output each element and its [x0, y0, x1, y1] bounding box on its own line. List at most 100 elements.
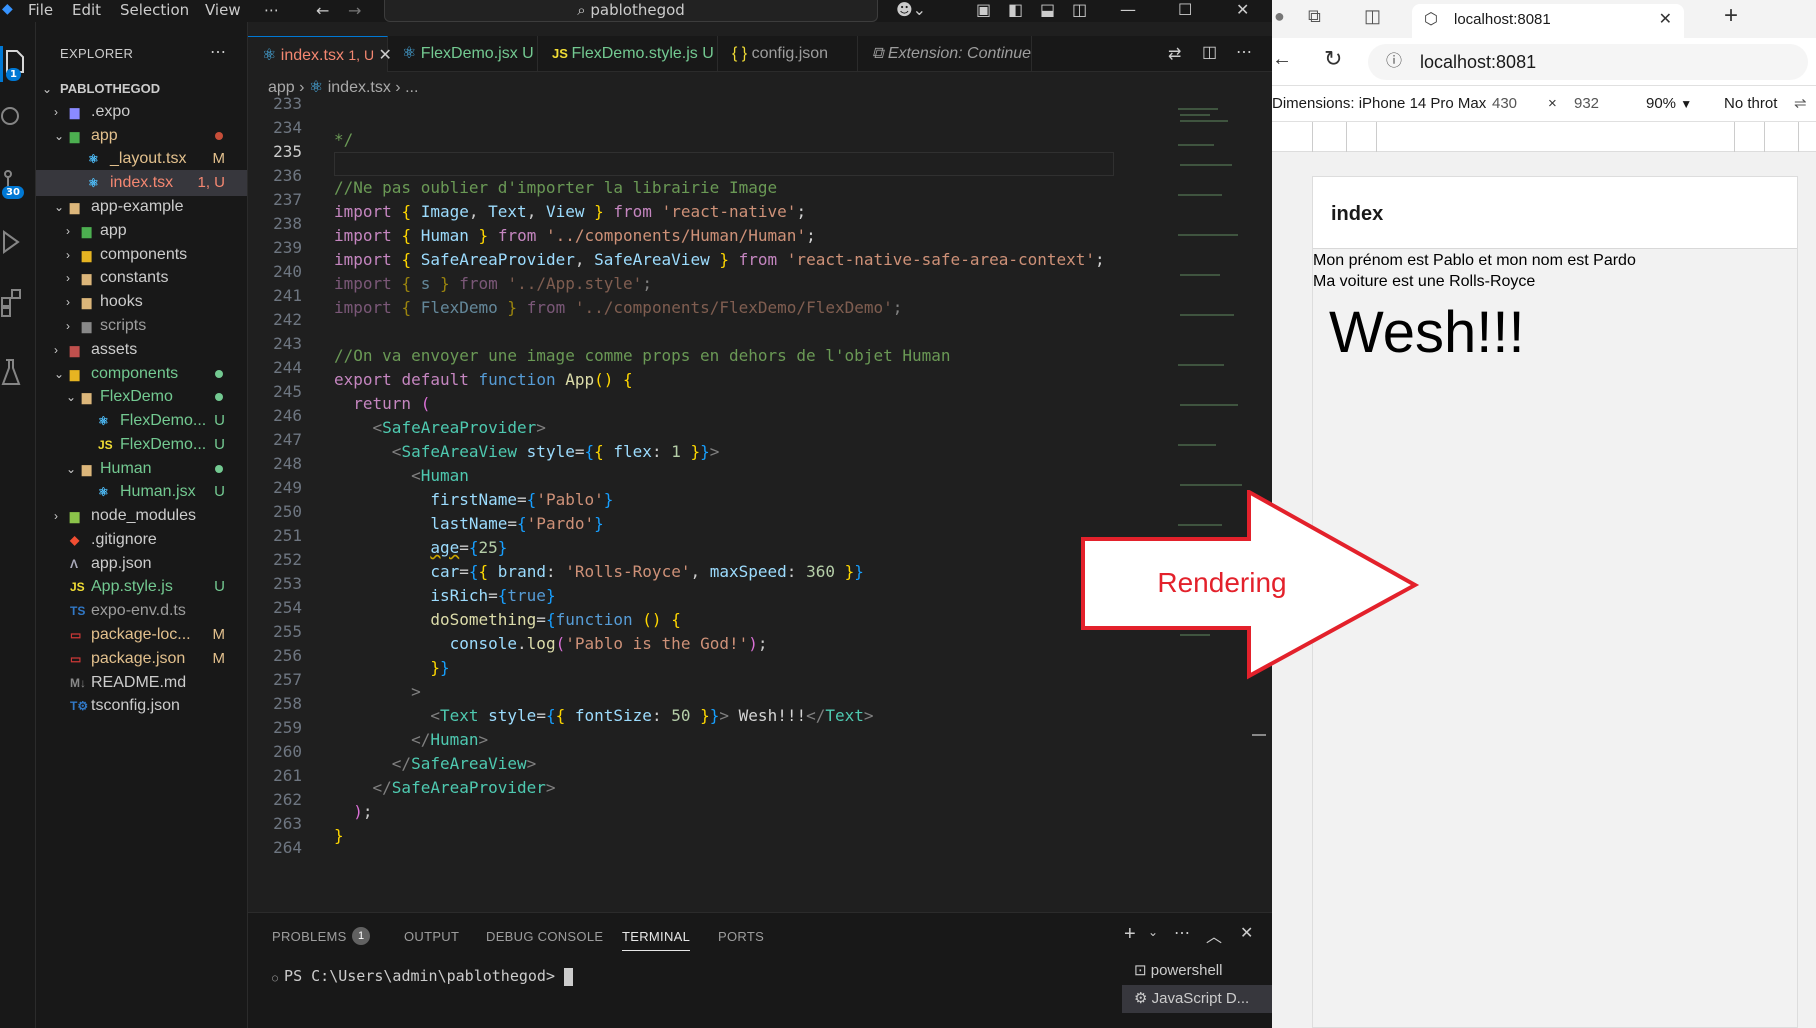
- file-tsconfig[interactable]: T⚙ tsconfig.json: [36, 693, 247, 719]
- file-human-jsx[interactable]: ⚛ Human.jsx U: [36, 479, 247, 505]
- file-app-style[interactable]: JS App.style.js U: [36, 574, 247, 600]
- device-width-input[interactable]: 430: [1492, 86, 1517, 122]
- new-tab-icon[interactable]: +: [1724, 2, 1738, 30]
- maximize-panel-icon[interactable]: ︿: [1206, 923, 1222, 947]
- panel-tab-output[interactable]: OUTPUT: [404, 929, 459, 944]
- compare-icon[interactable]: ⇄: [1168, 44, 1181, 64]
- panel-tab-ports[interactable]: PORTS: [718, 929, 764, 944]
- tab-index-tsx[interactable]: ⚛ index.tsx 1, U ✕: [248, 36, 392, 72]
- chevron-down-icon[interactable]: ⌄: [1148, 925, 1158, 939]
- human-car-text: Ma voiture est une Rolls-Royce: [1313, 273, 1536, 290]
- copilot-icon[interactable]: ☻⌄: [896, 0, 926, 19]
- javascript-icon: JS: [98, 438, 113, 452]
- browser-tab-active[interactable]: ⬡ localhost:8081 ✕: [1412, 4, 1684, 38]
- folder-constants[interactable]: › ▆ constants: [36, 265, 247, 291]
- zoom-select[interactable]: 90% ▼: [1646, 86, 1692, 122]
- terminal-list-item[interactable]: ⚙ JavaScript D...: [1122, 985, 1272, 1013]
- tab-config-json[interactable]: { } config.json: [718, 36, 858, 72]
- line-number: 245: [273, 382, 302, 401]
- file-layout[interactable]: ⚛ _layout.tsx M: [36, 146, 247, 172]
- toggle-sidebar-icon[interactable]: ◧: [1008, 0, 1023, 19]
- folder-app-example[interactable]: ⌄ ▆ app-example: [36, 194, 247, 220]
- folder-expo[interactable]: › ▆ .expo: [36, 99, 247, 125]
- line-number: 262: [273, 790, 302, 809]
- menu-view[interactable]: View: [205, 1, 241, 19]
- react-icon: ⚛: [98, 414, 109, 428]
- workspaces-icon[interactable]: ⧉: [1308, 6, 1321, 27]
- folder-node-modules[interactable]: › ▆ node_modules: [36, 503, 247, 529]
- throttle-select[interactable]: No throt: [1724, 86, 1777, 122]
- file-flexdemo-style[interactable]: JS FlexDemo... U: [36, 432, 247, 458]
- device-height-input[interactable]: 932: [1574, 86, 1599, 122]
- split-editor-icon[interactable]: ◫: [1202, 42, 1217, 62]
- tab-flexdemo-style[interactable]: JS FlexDemo.style.js U: [538, 36, 718, 72]
- more-actions-icon[interactable]: ⋯: [1174, 923, 1190, 943]
- panel-tab-debug-console[interactable]: DEBUG CONSOLE: [486, 929, 603, 944]
- terminal-list-item[interactable]: ⊡ powershell: [1122, 957, 1272, 985]
- maximize-icon[interactable]: ☐: [1178, 0, 1192, 19]
- terminal-prompt: PS C:\Users\admin\pablothegod>: [284, 967, 555, 985]
- menu-edit[interactable]: Edit: [72, 1, 101, 19]
- device-dimensions-select[interactable]: Dimensions: iPhone 14 Pro Max: [1272, 86, 1486, 122]
- vertical-tabs-icon[interactable]: ◫: [1364, 6, 1381, 27]
- minimize-icon[interactable]: —: [1120, 0, 1136, 19]
- extensions-icon[interactable]: [0, 288, 24, 318]
- new-terminal-icon[interactable]: +: [1124, 923, 1136, 946]
- tree-label: index.tsx: [110, 174, 174, 191]
- run-debug-icon[interactable]: [0, 228, 24, 256]
- panel-tab-terminal[interactable]: TERMINAL: [622, 929, 691, 951]
- file-index[interactable]: ⚛ index.tsx 1, U: [36, 170, 247, 196]
- menu-selection[interactable]: Selection: [120, 1, 189, 19]
- git-status: U: [214, 578, 225, 595]
- rotate-icon[interactable]: ⇌: [1794, 86, 1807, 122]
- tree-label: FlexDemo: [100, 388, 173, 405]
- line-number: 239: [273, 238, 302, 257]
- panel-tab-problems[interactable]: PROBLEMS: [272, 929, 347, 944]
- terminal-cursor: [564, 967, 574, 986]
- ruler-tick: [1346, 122, 1347, 152]
- folder-hooks[interactable]: › ▆ hooks: [36, 289, 247, 315]
- folder-app-example-app[interactable]: › ▆ app: [36, 218, 247, 244]
- tree-label: constants: [100, 269, 169, 286]
- testing-icon[interactable]: [0, 358, 24, 388]
- close-panel-icon[interactable]: ✕: [1240, 923, 1253, 943]
- breadcrumb-item[interactable]: index.tsx: [328, 79, 391, 96]
- terminal-output[interactable]: ○ PS C:\Users\admin\pablothegod>: [272, 967, 574, 986]
- git-status: M: [212, 626, 226, 643]
- folder-flexdemo[interactable]: ⌄ ▆ FlexDemo: [36, 384, 247, 410]
- toggle-panel-icon[interactable]: ⬓: [1040, 0, 1055, 19]
- tab-flexdemo-jsx[interactable]: ⚛ FlexDemo.jsx U: [388, 36, 538, 72]
- close-tab-icon[interactable]: ✕: [1659, 4, 1672, 36]
- folder-assets[interactable]: › ▆ assets: [36, 337, 247, 363]
- menu-more[interactable]: ⋯: [264, 1, 279, 19]
- folder-icon: ▆: [82, 390, 92, 404]
- profile-icon[interactable]: ●: [1274, 6, 1285, 27]
- code-line: */: [334, 130, 354, 149]
- back-arrow-icon[interactable]: ←: [1272, 48, 1292, 71]
- search-icon[interactable]: [0, 106, 24, 130]
- file-gitignore[interactable]: ◆ .gitignore: [36, 527, 247, 553]
- info-icon[interactable]: ⓘ: [1386, 44, 1402, 80]
- forward-arrow-icon[interactable]: →: [348, 1, 361, 20]
- file-package-json[interactable]: ▭ package.json M: [36, 646, 247, 672]
- customize-layout-icon[interactable]: ▣: [976, 0, 991, 19]
- file-flexdemo-jsx[interactable]: ⚛ FlexDemo... U: [36, 408, 247, 434]
- close-window-icon[interactable]: ✕: [1236, 0, 1249, 19]
- menu-file[interactable]: File: [28, 1, 53, 19]
- file-package-lock[interactable]: ▭ package-loc... M: [36, 622, 247, 648]
- more-actions-icon[interactable]: ⋯: [1236, 42, 1252, 62]
- more-actions-icon[interactable]: ⋯: [210, 42, 226, 62]
- tab-label: FlexDemo.style.js: [571, 45, 698, 62]
- toggle-secondary-sidebar-icon[interactable]: ◫: [1072, 0, 1087, 19]
- url-text: localhost:8081: [1420, 52, 1537, 72]
- command-center-search[interactable]: ⌕ pablothegod: [384, 0, 878, 22]
- folder-icon: ▆: [70, 105, 80, 119]
- back-arrow-icon[interactable]: ←: [316, 1, 329, 20]
- tab-extension-continue[interactable]: ⧉ Extension: Continue -: [858, 36, 1032, 72]
- file-expo-env[interactable]: TS expo-env.d.ts: [36, 598, 247, 624]
- minimap[interactable]: [1168, 104, 1268, 824]
- breadcrumb-item[interactable]: ...: [405, 79, 418, 96]
- reload-icon[interactable]: ↻: [1324, 46, 1342, 72]
- folder-scripts[interactable]: › ▆ scripts: [36, 313, 247, 339]
- address-bar[interactable]: ⓘ localhost:8081: [1368, 44, 1808, 80]
